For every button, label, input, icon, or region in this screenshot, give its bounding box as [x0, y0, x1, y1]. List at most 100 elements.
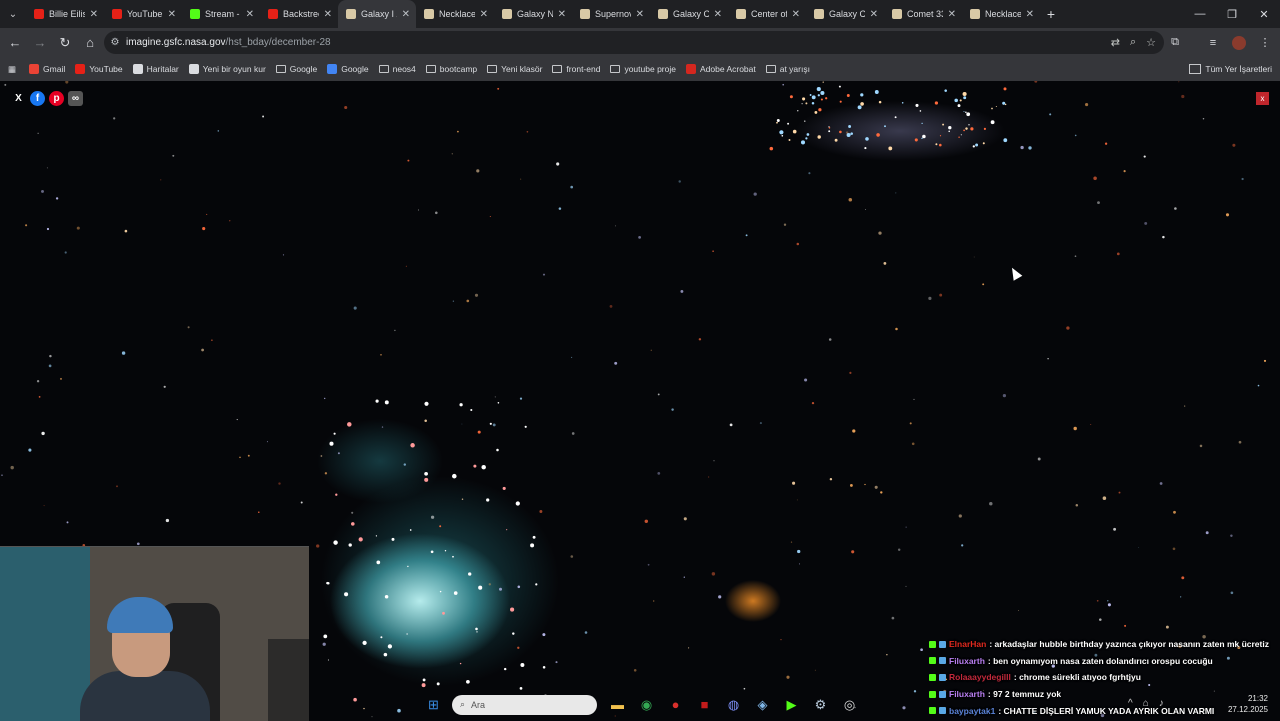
- browser-tab[interactable]: Galaxy NG ✕: [494, 0, 572, 28]
- browser-tab[interactable]: Galaxy Clu ✕: [650, 0, 728, 28]
- file-explorer-icon[interactable]: ▬: [603, 690, 632, 719]
- chat-text: : ben oynamıyom nasa zaten dolandırıcı o…: [987, 655, 1213, 666]
- window-close-button[interactable]: ✕: [1248, 0, 1280, 28]
- bookmark-item[interactable]: at yarışı: [761, 57, 815, 81]
- tab-close-icon[interactable]: ✕: [792, 9, 800, 20]
- chrome-icon[interactable]: ◉: [632, 690, 661, 719]
- bookmark-item[interactable]: Google: [322, 57, 373, 81]
- back-button[interactable]: ←: [3, 31, 27, 55]
- bookmark-item[interactable]: YouTube: [70, 57, 127, 81]
- browser-tab[interactable]: Necklace N ✕: [962, 0, 1040, 28]
- app-red-tile-icon[interactable]: ■: [690, 690, 719, 719]
- bookmark-item[interactable]: Gmail: [24, 57, 70, 81]
- star: [1205, 531, 1209, 535]
- translate-icon[interactable]: ⇄: [1111, 36, 1120, 49]
- tab-search-button[interactable]: ⌄: [0, 0, 26, 28]
- browser-menu-icon[interactable]: ⋮: [1254, 32, 1276, 54]
- bookmark-item[interactable]: bootcamp: [421, 57, 482, 81]
- browser-tab[interactable]: YouTube ✕: [104, 0, 182, 28]
- bookmark-item[interactable]: Yeni bir oyun kur: [184, 57, 271, 81]
- x-share-icon[interactable]: X: [11, 91, 26, 106]
- tab-close-icon[interactable]: ✕: [90, 9, 98, 20]
- taskbar-search[interactable]: ⌕ Ara: [452, 694, 597, 715]
- kick-app-icon[interactable]: ▶: [777, 690, 806, 719]
- browser-tab[interactable]: Stream - K ✕: [182, 0, 260, 28]
- all-bookmarks-button[interactable]: Tüm Yer İşaretleri: [1189, 57, 1272, 81]
- browser-tab[interactable]: Supernova ✕: [572, 0, 650, 28]
- star: [439, 525, 442, 528]
- bookmark-star-icon[interactable]: ☆: [1146, 36, 1156, 49]
- tab-close-icon[interactable]: ✕: [870, 9, 878, 20]
- obs-icon[interactable]: ◎: [835, 690, 864, 719]
- bookmark-item[interactable]: Haritalar: [128, 57, 184, 81]
- restore-button[interactable]: ❐: [1216, 0, 1248, 28]
- facebook-share-icon[interactable]: f: [30, 91, 45, 106]
- browser-tab[interactable]: Comet 33 ✕: [884, 0, 962, 28]
- browser-tab[interactable]: Galaxy Clu ✕: [806, 0, 884, 28]
- star: [828, 130, 831, 133]
- tab-close-icon[interactable]: ✕: [636, 9, 644, 20]
- forward-button[interactable]: →: [28, 31, 52, 55]
- tab-close-icon[interactable]: ✕: [480, 9, 488, 20]
- star: [353, 306, 357, 310]
- extensions-icon[interactable]: ⧉: [1164, 32, 1186, 54]
- browser-tab[interactable]: Necklace N ✕: [416, 0, 494, 28]
- star: [968, 124, 970, 126]
- browser-tab[interactable]: Billie Eilish ✕: [26, 0, 104, 28]
- tab-close-icon[interactable]: ✕: [324, 9, 332, 20]
- tab-close-icon[interactable]: ✕: [714, 9, 722, 20]
- zoom-icon[interactable]: ⌕: [1130, 36, 1136, 49]
- tab-close-icon[interactable]: ✕: [1026, 9, 1034, 20]
- steam-icon[interactable]: ◈: [748, 690, 777, 719]
- browser-tab[interactable]: Backstreet ✕: [260, 0, 338, 28]
- tab-close-icon[interactable]: ✕: [168, 9, 176, 20]
- browser-tab[interactable]: Center of ✕: [728, 0, 806, 28]
- star: [473, 464, 477, 468]
- volume-icon[interactable]: ♪: [1159, 698, 1164, 709]
- settings-icon[interactable]: ⚙: [806, 690, 835, 719]
- media-controls-icon[interactable]: ≡: [1202, 32, 1224, 54]
- address-bar[interactable]: ⚙ imagine.gsfc.nasa.gov/hst_bday/decembe…: [104, 31, 1164, 54]
- tab-close-icon[interactable]: ✕: [246, 9, 254, 20]
- pinterest-share-icon[interactable]: p: [49, 91, 64, 106]
- tab-close-icon[interactable]: ✕: [402, 9, 410, 20]
- star: [802, 97, 806, 101]
- new-tab-button[interactable]: +: [1040, 6, 1062, 22]
- tab-close-icon[interactable]: ✕: [558, 9, 566, 20]
- discord-icon[interactable]: ◍: [719, 690, 748, 719]
- star: [459, 403, 463, 407]
- url-text[interactable]: imagine.gsfc.nasa.gov/hst_bday/december-…: [126, 37, 331, 48]
- star: [348, 543, 352, 547]
- bookmark-item[interactable]: neos4: [374, 57, 421, 81]
- bookmark-item[interactable]: youtube proje: [605, 57, 681, 81]
- star: [1181, 576, 1185, 580]
- bookmark-item[interactable]: Adobe Acrobat: [681, 57, 761, 81]
- tab-close-icon[interactable]: ✕: [948, 9, 956, 20]
- start-button[interactable]: ⊞: [419, 690, 448, 719]
- google-icon: [327, 64, 338, 74]
- star: [886, 654, 888, 656]
- apps-button[interactable]: ▦: [0, 57, 24, 81]
- star: [316, 544, 320, 548]
- app-red-icon[interactable]: ●: [661, 690, 690, 719]
- bookmark-item[interactable]: Yeni klasör: [482, 57, 547, 81]
- site-info-icon[interactable]: ⚙: [104, 37, 126, 48]
- star: [494, 396, 496, 398]
- minimize-button[interactable]: —: [1184, 0, 1216, 28]
- bookmark-item[interactable]: Google: [271, 57, 322, 81]
- copy-link-icon[interactable]: ∞: [68, 91, 83, 106]
- reload-button[interactable]: ↻: [53, 31, 77, 55]
- browser-tab[interactable]: Galaxy I Zw ✕: [338, 0, 416, 28]
- taskbar-clock[interactable]: 21:32 27.12.2025: [1228, 693, 1268, 715]
- star: [829, 477, 833, 481]
- close-viewer-button[interactable]: x: [1256, 92, 1269, 105]
- home-button[interactable]: ⌂: [78, 31, 102, 55]
- star: [217, 130, 220, 132]
- star: [335, 493, 338, 496]
- profile-button[interactable]: [1228, 32, 1250, 54]
- bookmark-item[interactable]: front-end: [547, 57, 605, 81]
- network-icon[interactable]: ⌂: [1143, 698, 1149, 709]
- tray-arrow-icon[interactable]: ^: [1128, 698, 1133, 709]
- star: [478, 585, 483, 590]
- star: [211, 339, 213, 342]
